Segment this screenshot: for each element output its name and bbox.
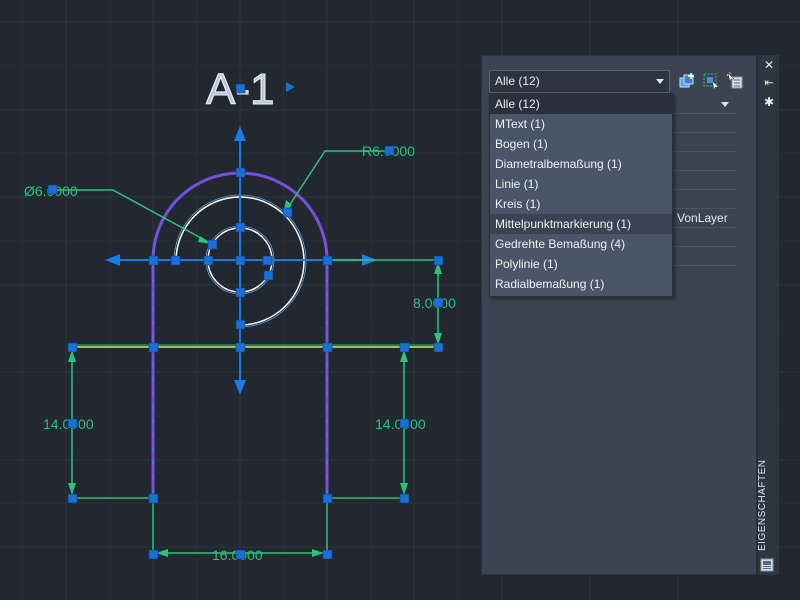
dropdown-item[interactable]: Radialbemaßung (1) — [490, 274, 672, 294]
close-icon[interactable]: ✕ — [758, 58, 780, 72]
grips[interactable] — [67, 167, 444, 560]
object-filter-dropdown[interactable]: Alle (12) MText (1) Bogen (1) Diametralb… — [489, 93, 673, 297]
palette-icon[interactable] — [760, 558, 774, 572]
palette-title: EIGENSCHAFTEN — [757, 459, 768, 552]
axis-arrow-down[interactable] — [234, 380, 246, 395]
property-row-value[interactable]: VonLayer — [672, 209, 736, 228]
object-filter-value: Alle (12) — [495, 74, 540, 88]
axis-arrow-up[interactable] — [234, 126, 246, 141]
mtext-arrow-grip[interactable] — [286, 82, 295, 92]
property-row[interactable] — [672, 228, 736, 247]
dropdown-item[interactable]: Bogen (1) — [490, 134, 672, 154]
object-filter-select[interactable]: Alle (12) — [489, 70, 670, 93]
radius-dimension[interactable]: R6.0000 — [283, 143, 415, 215]
select-objects-icon[interactable] — [702, 72, 720, 90]
dropdown-item[interactable]: MText (1) — [490, 114, 672, 134]
autohide-icon[interactable]: ⇤ — [758, 76, 780, 90]
property-row[interactable] — [672, 247, 736, 266]
axis-arrow-left[interactable] — [105, 254, 120, 266]
dropdown-item[interactable]: Kreis (1) — [490, 194, 672, 214]
settings-icon[interactable]: ✱ — [758, 95, 780, 109]
property-row[interactable] — [672, 133, 736, 152]
dropdown-item[interactable]: Polylinie (1) — [490, 254, 672, 274]
dropdown-item[interactable]: Diametralbemaßung (1) — [490, 154, 672, 174]
property-row[interactable] — [672, 152, 736, 171]
radius-text-grip[interactable] — [384, 145, 395, 156]
dropdown-item[interactable]: Alle (12) — [490, 94, 672, 114]
dropdown-item[interactable]: Gedrehte Bemaßung (4) — [490, 234, 672, 254]
diameter-text-grip[interactable] — [47, 184, 58, 195]
mtext-grip[interactable] — [235, 83, 246, 94]
dropdown-item[interactable]: Linie (1) — [490, 174, 672, 194]
property-row[interactable] — [672, 114, 736, 133]
chevron-down-icon — [656, 79, 664, 84]
toggle-pickadd-icon[interactable] — [678, 72, 696, 90]
property-row[interactable] — [672, 171, 736, 190]
quick-select-icon[interactable] — [726, 72, 744, 90]
chevron-down-icon[interactable] — [721, 102, 729, 107]
property-row[interactable] — [672, 190, 736, 209]
dropdown-item[interactable]: Mittelpunktmarkierung (1) — [490, 214, 672, 234]
